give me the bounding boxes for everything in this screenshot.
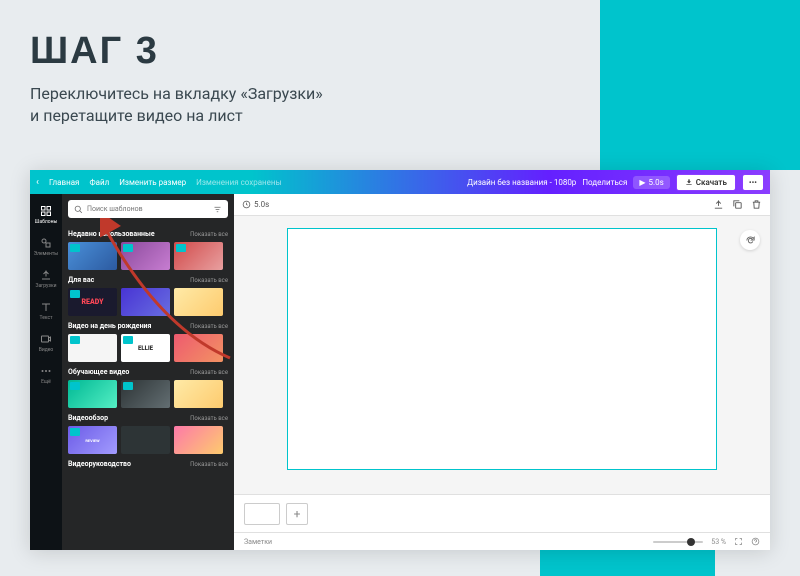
template-thumb[interactable]: [68, 242, 117, 270]
home-link[interactable]: Главная: [49, 178, 79, 187]
canvas-toolbar: 5.0s: [234, 194, 770, 216]
step-title: ШАГ 3: [30, 30, 580, 73]
timeline: +: [234, 494, 770, 532]
duplicate-icon[interactable]: [732, 199, 743, 210]
rail-more[interactable]: Ещё: [31, 360, 61, 390]
template-thumb[interactable]: [121, 334, 170, 362]
help-icon[interactable]: [751, 537, 760, 546]
search-icon: [74, 205, 83, 214]
show-all-link[interactable]: Показать все: [190, 415, 228, 422]
show-all-link[interactable]: Показать все: [190, 231, 228, 238]
download-icon: [685, 178, 693, 186]
clock-icon: [242, 200, 251, 209]
template-thumb[interactable]: [121, 426, 170, 454]
elements-icon: [40, 237, 52, 249]
section-title: Для вас: [68, 276, 94, 284]
file-menu[interactable]: Файл: [89, 178, 109, 187]
section-title: Видеоруководство: [68, 460, 131, 468]
document-title[interactable]: Дизайн без названия - 1080p: [467, 178, 576, 187]
timeline-page-thumb[interactable]: [244, 503, 280, 525]
show-all-link[interactable]: Показать все: [190, 461, 228, 468]
instruction-hero: ШАГ 3 Переключитесь на вкладку «Загрузки…: [30, 30, 580, 128]
fullscreen-icon[interactable]: [734, 537, 743, 546]
template-thumb[interactable]: [121, 288, 170, 316]
show-all-link[interactable]: Показать все: [190, 323, 228, 330]
template-thumb[interactable]: [174, 334, 223, 362]
export-icon[interactable]: [713, 199, 724, 210]
top-menu-bar: ‹ Главная Файл Изменить размер Изменения…: [30, 170, 770, 194]
show-all-link[interactable]: Показать все: [190, 369, 228, 376]
search-input[interactable]: [87, 205, 209, 213]
template-thumb[interactable]: [68, 380, 117, 408]
rail-elements[interactable]: Элементы: [31, 232, 61, 262]
template-thumb[interactable]: [174, 288, 223, 316]
template-thumb[interactable]: [68, 426, 117, 454]
step-description: Переключитесь на вкладку «Загрузки» и пе…: [30, 83, 580, 128]
more-button[interactable]: •••: [742, 174, 764, 191]
notes-label[interactable]: Заметки: [244, 538, 272, 546]
refresh-button[interactable]: [740, 230, 760, 250]
save-status: Изменения сохранены: [196, 178, 282, 187]
section-title: Видео на день рождения: [68, 322, 151, 330]
video-icon: [40, 333, 52, 345]
share-button[interactable]: Поделиться: [582, 178, 627, 187]
templates-icon: [40, 205, 52, 217]
canva-app-window: ‹ Главная Файл Изменить размер Изменения…: [30, 170, 770, 550]
download-button[interactable]: Скачать: [676, 174, 736, 191]
rail-video[interactable]: Видео: [31, 328, 61, 358]
play-button[interactable]: ▶ 5.0s: [633, 176, 669, 189]
section-title: Видеообзор: [68, 414, 108, 422]
template-thumb[interactable]: [68, 334, 117, 362]
search-box[interactable]: [68, 200, 228, 218]
text-icon: [40, 301, 52, 313]
template-thumb[interactable]: [174, 426, 223, 454]
filter-icon[interactable]: [213, 205, 222, 214]
refresh-icon: [745, 235, 756, 246]
template-thumb[interactable]: [121, 242, 170, 270]
templates-panel: Недавно использованные Показать все Для в…: [62, 194, 234, 550]
duration-indicator[interactable]: 5.0s: [242, 200, 269, 209]
artboard[interactable]: [287, 228, 717, 470]
left-rail: Шаблоны Элементы Загрузки Текст Видео Ещ…: [30, 194, 62, 550]
rail-uploads[interactable]: Загрузки: [31, 264, 61, 294]
resize-menu[interactable]: Изменить размер: [119, 178, 186, 187]
show-all-link[interactable]: Показать все: [190, 277, 228, 284]
zoom-value: 53 %: [711, 538, 726, 546]
template-thumb[interactable]: [174, 242, 223, 270]
rail-text[interactable]: Текст: [31, 296, 61, 326]
trash-icon[interactable]: [751, 199, 762, 210]
rail-templates[interactable]: Шаблоны: [31, 200, 61, 230]
template-thumb[interactable]: [68, 288, 117, 316]
add-page-button[interactable]: +: [286, 503, 308, 525]
section-title: Обучающее видео: [68, 368, 129, 376]
more-icon: [40, 365, 52, 377]
template-thumb[interactable]: [121, 380, 170, 408]
canvas-area: 5.0s + Заметки: [234, 194, 770, 550]
back-chevron-icon[interactable]: ‹: [36, 177, 39, 188]
uploads-icon: [40, 269, 52, 281]
footer-bar: Заметки 53 %: [234, 532, 770, 550]
template-thumb[interactable]: [174, 380, 223, 408]
section-title: Недавно использованные: [68, 230, 155, 238]
zoom-slider[interactable]: [653, 541, 703, 543]
